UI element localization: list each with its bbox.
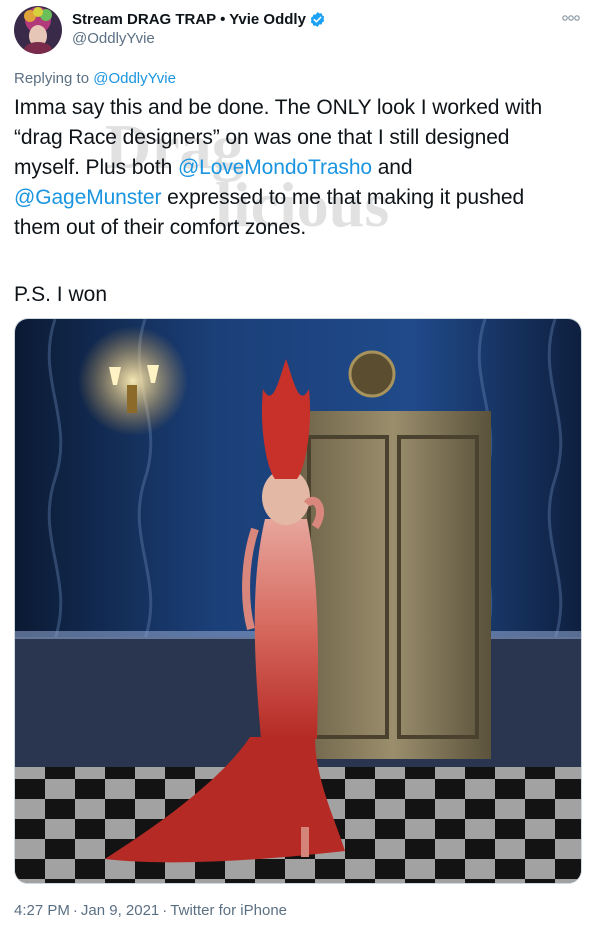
tweet-date[interactable]: Jan 9, 2021 (81, 902, 159, 919)
name-row: Stream DRAG TRAP • Yvie Oddly (72, 9, 326, 29)
tweet-line: myself. Plus both @LoveMondoTrasho and (14, 153, 584, 183)
replying-to: Replying to @OddlyYvie (14, 70, 176, 87)
tweet-text: Imma say this and be done. The ONLY look… (14, 93, 584, 243)
user-handle[interactable]: @OddlyYvie (72, 30, 155, 47)
mention-link-gagemunster[interactable]: @GageMunster (14, 186, 161, 209)
tweet-ps-line: P.S. I won (14, 283, 108, 306)
tweet-card: Stream DRAG TRAP • Yvie Oddly @OddlyYvie… (0, 0, 594, 930)
tweet-line: them out of their comfort zones. (14, 216, 307, 239)
meta-separator: · (72, 902, 78, 919)
tweet-text-fragment: expressed to me that making it pushed (161, 186, 525, 209)
tweet-line: @GageMunster expressed to me that making… (14, 183, 584, 213)
tweet-line: “drag Race designers” on was one that I … (14, 126, 510, 149)
tweet-meta: 4:27 PM · Jan 9, 2021 · Twitter for iPhone (14, 902, 287, 919)
more-options-icon[interactable] (562, 10, 580, 21)
tweet-text-fragment: and (371, 156, 413, 179)
tweet-text-fragment: myself. Plus both (14, 156, 178, 179)
mention-link-lovemondotrasho[interactable]: @LoveMondoTrasho (178, 156, 372, 179)
tweet-time[interactable]: 4:27 PM (14, 902, 70, 919)
verified-badge-icon (309, 11, 326, 28)
tweet-source[interactable]: Twitter for iPhone (170, 902, 287, 919)
avatar[interactable] (14, 6, 62, 54)
replying-mention-link[interactable]: @OddlyYvie (93, 70, 176, 87)
display-name[interactable]: Stream DRAG TRAP • Yvie Oddly (72, 11, 306, 28)
tweet-line: Imma say this and be done. The ONLY look… (14, 96, 543, 119)
meta-separator: · (162, 902, 168, 919)
tweet-photo[interactable] (14, 318, 582, 884)
replying-prefix: Replying to (14, 70, 94, 87)
